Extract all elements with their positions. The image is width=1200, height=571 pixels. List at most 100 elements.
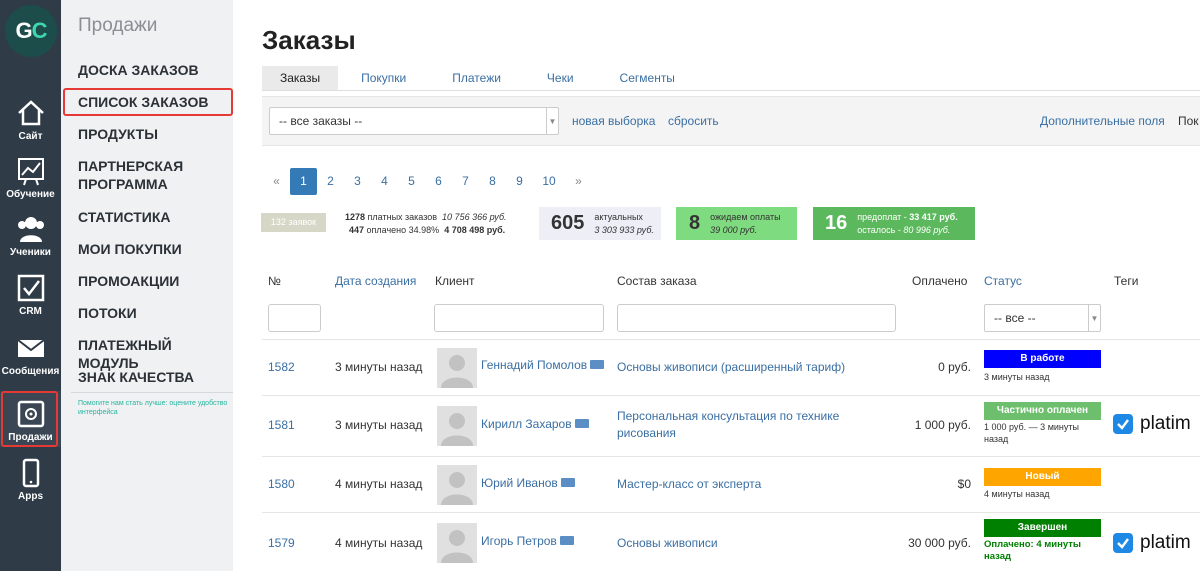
submenu-item-promo[interactable]: Промоакции (78, 272, 233, 290)
status-badge: В работе (984, 350, 1101, 368)
new-selection-link[interactable]: новая выборка (572, 114, 655, 128)
tab-segments[interactable]: Сегменты (597, 66, 698, 90)
pager-page-10[interactable]: 10 (533, 168, 565, 195)
status-time: 3 минуты назад (984, 372, 1050, 382)
client-name: Юрий Иванов (481, 476, 558, 490)
nav-messages-label: Сообщения (1, 366, 60, 377)
orders-selection-value: -- все заказы -- (279, 114, 363, 128)
order-id-link[interactable]: 1582 (268, 359, 295, 376)
tab-payments[interactable]: Платежи (429, 66, 524, 90)
prepay-label: предоплат - (857, 211, 910, 222)
order-paid: 0 руб. (938, 360, 971, 374)
actual-num: 605 (551, 212, 585, 234)
feedback-link[interactable]: Помогите нам стать лучше: оцените удобст… (78, 399, 228, 417)
row-divider (262, 512, 1200, 513)
remain-sum: 80 996 руб. (903, 224, 951, 235)
nav-learning[interactable]: Обучение (0, 148, 61, 204)
tab-purchases[interactable]: Покупки (338, 66, 429, 90)
reset-link[interactable]: сбросить (668, 114, 719, 128)
order-id-link[interactable]: 1579 (268, 535, 295, 552)
extra-fields-link[interactable]: Дополнительные поля (1040, 114, 1165, 128)
submenu-item-streams[interactable]: Потоки (78, 304, 233, 322)
order-id-link[interactable]: 1581 (268, 417, 295, 434)
submenu-item-products[interactable]: Продукты (78, 125, 233, 143)
tab-receipts[interactable]: Чеки (524, 66, 597, 90)
row-divider (262, 395, 1200, 396)
paid-done-count: 447 (349, 225, 365, 235)
order-items-link[interactable]: Основы живописи (617, 535, 718, 552)
status-badge: Частично оплачен (984, 402, 1101, 420)
client-name: Геннадий Помолов (481, 358, 588, 372)
getcourse-logo[interactable]: GC (5, 5, 57, 57)
actual-orders-box[interactable]: 605 актуальных 3 303 933 руб. (539, 207, 661, 240)
actual-label-block: актуальных 3 303 933 руб. (594, 211, 654, 237)
order-items-link[interactable]: Мастер-класс от эксперта (617, 476, 761, 493)
truncated-link[interactable]: Пок (1178, 114, 1199, 128)
nav-messages[interactable]: Сообщения (0, 325, 61, 381)
avatar[interactable] (437, 523, 477, 563)
pager-page-7[interactable]: 7 (452, 168, 479, 195)
submenu-item-orders-board[interactable]: Доска заказов (78, 61, 233, 79)
submenu-item-partner-program[interactable]: Партнерская программа (78, 157, 233, 193)
status-filter-select[interactable]: -- все -- ▼ (984, 304, 1101, 332)
order-items-link[interactable]: Персональная консультация по технике рис… (617, 408, 867, 442)
client-link[interactable]: Игорь Петров (481, 533, 574, 550)
orders-count-badge[interactable]: 132 заявок (261, 213, 326, 232)
avatar[interactable] (437, 348, 477, 388)
order-items-link[interactable]: Основы живописи (расширенный тариф) (617, 359, 845, 376)
platim-tag[interactable]: platim (1113, 413, 1191, 435)
paid-orders-stats: 1278 платных заказов 10 756 366 руб. 447… (345, 211, 535, 237)
nav-apps-label: Apps (18, 491, 43, 502)
nav-site[interactable]: Сайт (0, 90, 61, 146)
wait-num: 8 (689, 212, 701, 234)
pager-page-2[interactable]: 2 (317, 168, 344, 195)
num-filter-input[interactable] (268, 304, 321, 332)
prepayments-box[interactable]: 16 предоплат - 33 417 руб. осталось - 80 … (813, 207, 975, 240)
nav-learning-label: Обучение (6, 189, 55, 200)
client-link[interactable]: Юрий Иванов (481, 475, 575, 492)
avatar[interactable] (437, 465, 477, 505)
items-filter-input[interactable] (617, 304, 896, 332)
platim-tag[interactable]: platim (1113, 532, 1191, 554)
client-filter-input[interactable] (434, 304, 604, 332)
client-link[interactable]: Кирилл Захаров (481, 416, 589, 433)
pager-page-3[interactable]: 3 (344, 168, 371, 195)
avatar[interactable] (437, 406, 477, 446)
pager-page-6[interactable]: 6 (425, 168, 452, 195)
client-name: Кирилл Захаров (481, 417, 572, 431)
tab-orders[interactable]: Заказы (262, 66, 339, 90)
submenu-item-my-purchases[interactable]: Мои покупки (78, 240, 233, 258)
col-header-paid: Оплачено (912, 274, 968, 288)
pager-page-5[interactable]: 5 (398, 168, 425, 195)
check-icon (1113, 533, 1133, 553)
pager-page-1[interactable]: 1 (290, 168, 317, 195)
nav-crm[interactable]: CRM (0, 265, 61, 321)
logo-letter-g: G (15, 18, 32, 43)
pager-page-4[interactable]: 4 (371, 168, 398, 195)
pager-next[interactable]: » (565, 168, 592, 195)
col-header-date[interactable]: Дата создания (335, 274, 416, 288)
prepay-num: 16 (825, 212, 848, 234)
pager-page-8[interactable]: 8 (479, 168, 506, 195)
check-icon (1113, 414, 1133, 434)
envelope-icon (16, 339, 45, 357)
pager-prev[interactable]: « (263, 168, 290, 195)
client-link[interactable]: Геннадий Помолов (481, 357, 605, 374)
submenu-item-statistics[interactable]: Статистика (78, 208, 233, 226)
nav-students[interactable]: Ученики (0, 206, 61, 262)
order-id-link[interactable]: 1580 (268, 476, 295, 493)
submenu-item-quality-mark[interactable]: Знак качества (78, 368, 233, 386)
submenu-item-payment-module[interactable]: Платежный модуль (78, 336, 233, 372)
nav-apps[interactable]: Apps (0, 450, 61, 506)
orders-selection-select[interactable]: -- все заказы -- ▼ (269, 107, 559, 135)
order-paid: $0 (957, 477, 971, 491)
col-header-num: № (268, 274, 281, 288)
col-header-status[interactable]: Статус (984, 274, 1022, 288)
pagination: « 1 2 3 4 5 6 7 8 9 10 » (263, 168, 592, 195)
col-header-client: Клиент (435, 274, 475, 288)
awaiting-payment-box[interactable]: 8 ожидаем оплаты 39 000 руб. (676, 207, 797, 240)
pager-page-9[interactable]: 9 (506, 168, 533, 195)
prepay-sum: 33 417 руб. (909, 211, 958, 222)
page-title: Заказы (262, 25, 356, 55)
filter-bar: -- все заказы -- ▼ новая выборка сбросит… (262, 96, 1200, 146)
